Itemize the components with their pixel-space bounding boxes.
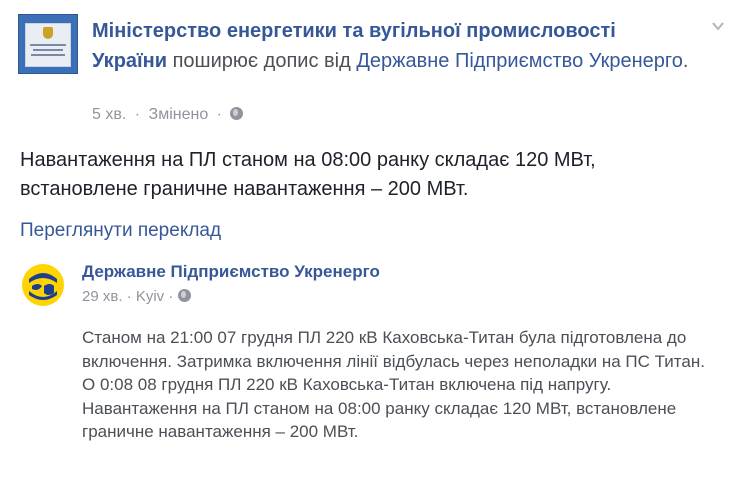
post-text: Навантаження на ПЛ станом на 08:00 ранку… xyxy=(20,146,720,204)
shared-post-location[interactable]: Kyiv xyxy=(136,288,164,305)
meta-separator: · xyxy=(134,106,141,123)
meta-separator: · xyxy=(216,106,222,123)
shared-post-paragraph: Навантаження на ПЛ станом на 08:00 ранку… xyxy=(82,398,677,442)
header-period: . xyxy=(682,50,689,72)
edited-label[interactable]: Змінено xyxy=(149,106,209,123)
shared-page-name-link[interactable]: Державне Підприємство Укренерго xyxy=(82,260,380,284)
shares-text: поширює допис від xyxy=(172,50,351,72)
post-meta: 5 хв. · Змінено · xyxy=(92,104,244,126)
shared-post-text: Станом на 21:00 07 грудня ПЛ 220 кВ Кахо… xyxy=(82,326,732,444)
shared-post-paragraph: Станом на 21:00 07 грудня ПЛ 220 кВ Кахо… xyxy=(82,328,705,371)
meta-separator: · xyxy=(168,288,174,305)
post-timestamp[interactable]: 5 хв. xyxy=(92,106,126,123)
coat-of-arms-icon xyxy=(43,27,53,39)
post-header: Міністерство енергетики та вугільної про… xyxy=(92,16,692,76)
ministry-plaque-image xyxy=(25,23,71,67)
shared-post-card: Міністерство енергетики та вугільної про… xyxy=(0,0,743,478)
globe-icon[interactable] xyxy=(177,289,191,302)
see-translation-link[interactable]: Переглянути переклад xyxy=(20,218,221,244)
shared-post-timestamp[interactable]: 29 хв. xyxy=(82,288,123,305)
ministry-avatar[interactable] xyxy=(18,14,78,74)
post-text-line: Навантаження на ПЛ станом на 08:00 ранку… xyxy=(20,149,596,171)
chevron-down-icon[interactable] xyxy=(708,18,728,38)
shared-post-paragraph: О 0:08 08 грудня ПЛ 220 кВ Каховська-Тит… xyxy=(82,375,612,394)
globe-icon[interactable] xyxy=(230,107,244,120)
shared-post-meta: 29 хв. · Kyiv · xyxy=(82,286,191,308)
post-text-line: встановлене граничне навантаження – 200 … xyxy=(20,178,469,200)
ukrenergo-avatar[interactable] xyxy=(20,262,66,308)
shared-page-link[interactable]: Державне Підприємство Укренерго xyxy=(356,50,683,72)
meta-separator: · xyxy=(126,288,132,305)
